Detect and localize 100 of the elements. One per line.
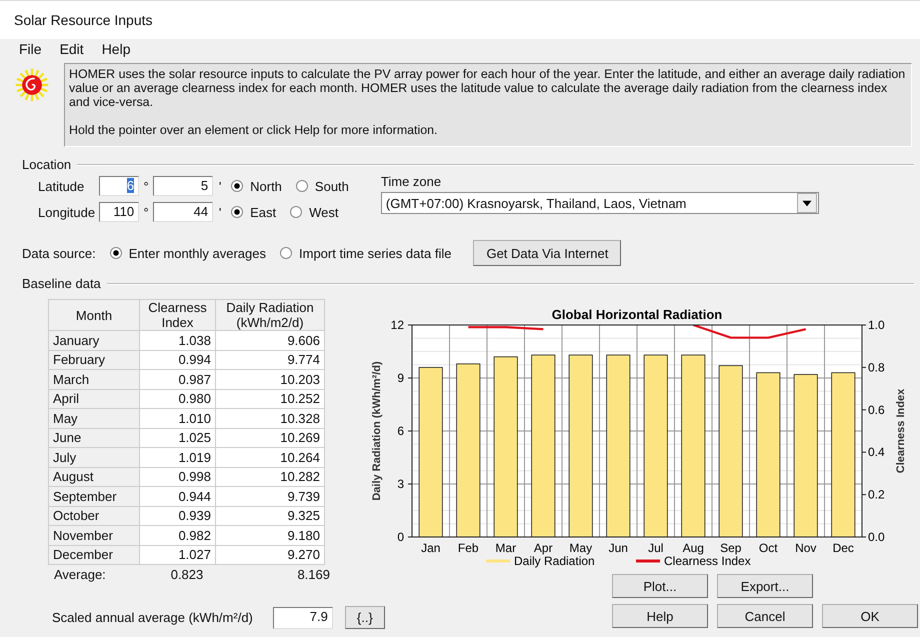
row-header: December [48, 545, 140, 564]
tick-label: Apr [534, 541, 553, 555]
tick-label: May [569, 541, 592, 555]
minutes-field[interactable]: 44 [153, 202, 214, 222]
column-header: Clearness Index [140, 300, 216, 330]
action-button[interactable]: Export... [717, 574, 813, 598]
legend-swatch [636, 560, 660, 562]
average-label: Average: [54, 567, 107, 582]
table-cell[interactable]: 9.180 [216, 526, 324, 545]
radio-label: South [314, 178, 349, 194]
minute-mark: ' [218, 204, 222, 220]
tick-label: Jul [648, 541, 664, 555]
column-header: Month [48, 300, 140, 330]
radio-label: East [250, 204, 276, 220]
table-cell[interactable]: 9.774 [216, 350, 324, 370]
degree-mark: ° [142, 178, 150, 194]
info-text: Hold the pointer over an element or click Help for more information. [69, 123, 438, 137]
tick-label: Dec [832, 541, 854, 555]
tick-label: 1.0 [868, 318, 885, 332]
tick-label: 0.6 [868, 402, 885, 417]
table-cell[interactable]: 1.010 [140, 408, 216, 428]
row-header: November [48, 526, 140, 545]
radio-label: Enter monthly averages [128, 246, 266, 260]
radio-button[interactable] [296, 180, 308, 192]
dialog-button[interactable]: Cancel [717, 604, 813, 628]
get-data-button[interactable]: Get Data Via Internet [473, 240, 622, 266]
legend-label: Daily Radiation [514, 554, 595, 568]
axis-title: Clearness Index [895, 388, 907, 474]
table-cell[interactable]: 1.027 [140, 545, 216, 564]
table-cell[interactable]: 10.328 [216, 408, 324, 428]
table-cell[interactable]: 9.606 [216, 330, 324, 350]
table-cell[interactable]: 0.939 [140, 506, 216, 526]
tick-label: 0.2 [868, 488, 885, 502]
table-cell[interactable]: 0.994 [140, 350, 216, 370]
tick-label: 0.4 [868, 445, 885, 460]
minutes-field[interactable]: 5 [153, 176, 214, 196]
row-header: June [48, 428, 140, 448]
degrees-field[interactable]: 6 [99, 176, 140, 196]
time-zone-dropdown[interactable]: (GMT+07:00) Krasnoyarsk, Thailand, Laos, Vietnam [380, 192, 819, 214]
table-cell[interactable]: 10.264 [216, 448, 324, 467]
table-cell[interactable]: 0.944 [140, 486, 216, 506]
table-cell[interactable]: 10.269 [216, 428, 324, 448]
table-cell[interactable]: 0.982 [140, 526, 216, 545]
row-header: March [48, 370, 140, 389]
tick-label: 12 [390, 318, 404, 332]
tick-label: 0.8 [868, 360, 885, 374]
table-cell[interactable]: 10.252 [216, 389, 324, 408]
radio-button[interactable] [110, 247, 122, 259]
sun-icon [14, 67, 50, 103]
data-source-label: Data source: [22, 246, 96, 260]
table-cell[interactable]: 1.025 [140, 428, 216, 448]
menu-item[interactable]: File [19, 41, 42, 61]
row-header: July [48, 448, 140, 467]
menu-item[interactable]: Help [102, 41, 130, 61]
scaled-average-label: Scaled annual average (kWh/m²/d) [52, 610, 253, 625]
table-cell[interactable]: 0.987 [140, 370, 216, 389]
sensitivity-button[interactable]: {..} [344, 606, 385, 629]
tick-label: Mar [495, 541, 516, 555]
tick-label: Feb [458, 541, 479, 555]
tick-label: Oct [758, 541, 778, 555]
table-cell[interactable]: 10.203 [216, 370, 324, 389]
average-value: 8.169 [296, 567, 330, 582]
coordinate-label: Longitude [38, 204, 96, 220]
table-cell[interactable]: 1.038 [140, 330, 216, 350]
tick-label: Nov [795, 541, 816, 555]
row-header: October [48, 506, 140, 526]
row-header: September [48, 486, 140, 506]
row-header: August [48, 467, 140, 486]
table-cell[interactable]: 0.980 [140, 389, 216, 408]
group-label: Location [22, 157, 72, 172]
radio-button[interactable] [231, 206, 244, 218]
tick-label: Aug [682, 541, 704, 555]
chart-title: Global Horizontal Radiation [552, 307, 722, 322]
tick-label: Jun [608, 541, 628, 555]
table-cell[interactable]: 9.270 [216, 545, 324, 564]
group-label: Baseline data [22, 276, 101, 291]
dialog-button[interactable]: OK [822, 604, 918, 628]
radio-button[interactable] [231, 180, 244, 192]
table-cell[interactable]: 0.998 [140, 467, 216, 486]
action-button[interactable]: Plot... [612, 574, 708, 598]
table-cell[interactable]: 10.282 [216, 467, 324, 486]
radio-button[interactable] [290, 206, 302, 218]
table-cell[interactable]: 1.019 [140, 448, 216, 467]
degrees-field[interactable]: 110 [99, 202, 140, 222]
coordinate-label: Latitude [38, 178, 86, 194]
radio-button[interactable] [280, 247, 292, 259]
tick-label: 0 [397, 530, 404, 544]
degree-mark: ° [142, 204, 150, 220]
dialog-button[interactable]: Help [612, 604, 708, 628]
radio-label: Import time series data file [299, 246, 452, 260]
row-header: January [48, 330, 140, 350]
radio-label: West [309, 204, 339, 220]
table-cell[interactable]: 9.739 [216, 486, 324, 506]
tick-label: 3 [397, 477, 404, 491]
minute-mark: ' [218, 178, 222, 194]
table-cell[interactable]: 9.325 [216, 506, 324, 526]
row-header: February [48, 350, 140, 370]
scaled-average-field[interactable]: 7.9 [272, 606, 333, 628]
menu-item[interactable]: Edit [60, 41, 84, 61]
tick-label: 6 [397, 424, 404, 438]
